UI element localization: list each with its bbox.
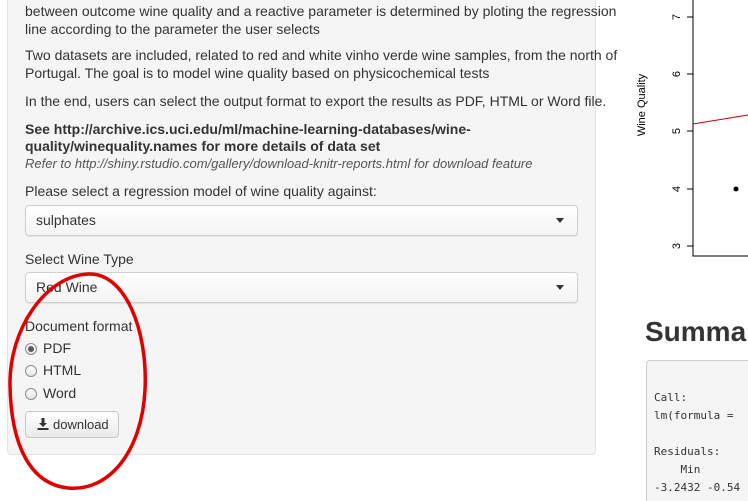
data-point [733, 186, 739, 192]
radio-label-pdf: PDF [43, 340, 71, 356]
regression-line [692, 114, 748, 125]
y-tick-label: 7 [671, 13, 683, 21]
model-select-value: sulphates [36, 212, 96, 228]
y-tick-label: 4 [671, 185, 683, 193]
intro-text-line-1: between outcome wine quality and a react… [25, 3, 617, 19]
download-button-label: download [53, 417, 109, 432]
wine-type-value: Red Wine [36, 279, 98, 295]
radio-button-checked[interactable] [25, 343, 37, 355]
y-tick-label: 6 [671, 70, 683, 78]
regression-plot [687, 0, 748, 257]
y-tick-label: 5 [671, 127, 683, 135]
radio-button[interactable] [25, 365, 37, 377]
summary-line: Min [654, 463, 734, 476]
summary-line: Residuals: [654, 445, 721, 458]
download-icon [37, 418, 49, 430]
y-axis-label: Wine Quality [636, 73, 648, 137]
download-button[interactable]: download [25, 411, 119, 438]
refer-text: Refer to http://shiny.rstudio.com/galler… [25, 156, 533, 171]
export-text: In the end, users can select the output … [25, 93, 607, 109]
datasets-text-line-1: Two datasets are included, related to re… [25, 47, 618, 63]
model-select[interactable]: sulphates [25, 205, 578, 236]
summary-line: lm(formula = [654, 409, 741, 422]
wine-type-select[interactable]: Red Wine [25, 272, 578, 303]
datasets-text-line-2: Portugal. The goal is to model wine qual… [25, 65, 490, 81]
model-select-label: Please select a regression model of wine… [25, 183, 377, 199]
y-tick-label: 3 [671, 242, 683, 250]
dataset-link-line-1: See http://archive.ics.uci.edu/ml/machin… [25, 121, 471, 137]
radio-button[interactable] [25, 388, 37, 400]
app-page: between outcome wine quality and a react… [0, 0, 748, 501]
radio-label-word: Word [43, 385, 77, 401]
chevron-down-icon [556, 285, 564, 290]
plot-frame [692, 0, 748, 257]
radio-label-html: HTML [43, 362, 82, 378]
intro-text-line-2: line according to the parameter the user… [25, 21, 320, 37]
document-format-label: Document format [25, 318, 133, 334]
chevron-down-icon [556, 218, 564, 223]
summary-heading: Summa [645, 316, 747, 347]
wine-type-label: Select Wine Type [25, 251, 134, 267]
summary-line: -3.2432 -0.54 [654, 481, 741, 494]
dataset-link-line-2: quality/winequality.names for more detai… [25, 138, 381, 154]
summary-output-box [646, 360, 748, 501]
summary-line: Call: [654, 391, 688, 404]
